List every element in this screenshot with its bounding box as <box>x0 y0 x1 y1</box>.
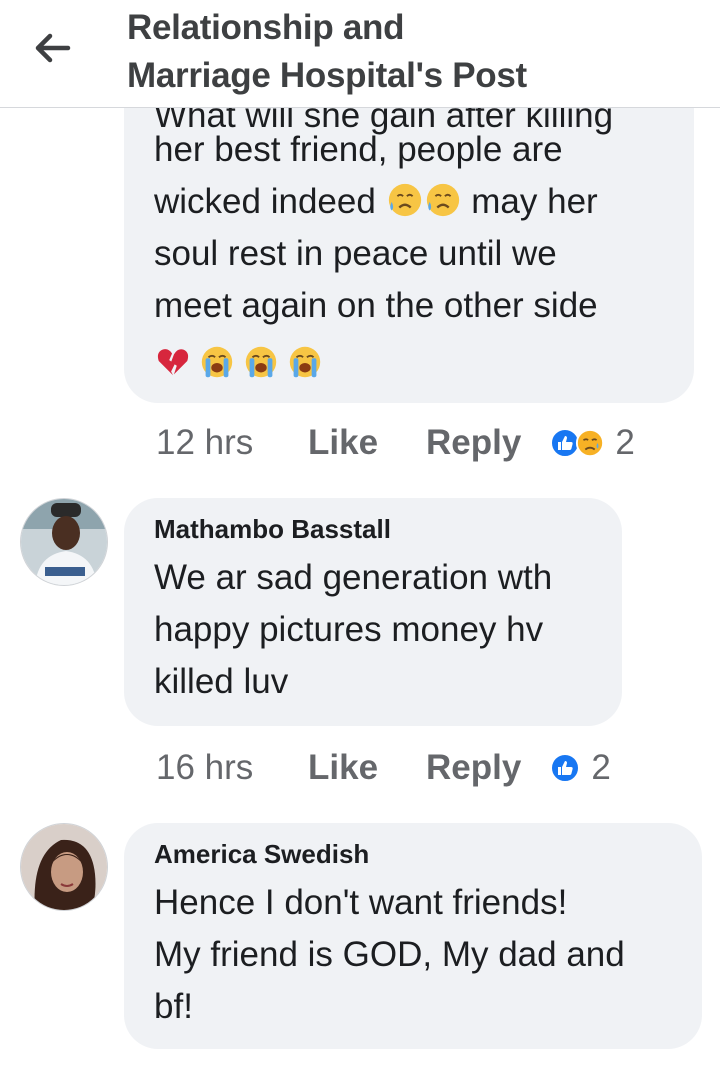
avatar[interactable] <box>20 498 108 586</box>
reply-button[interactable]: Reply <box>426 423 521 463</box>
loudly-crying-emoji <box>245 346 277 378</box>
trailing-emojis <box>154 340 324 384</box>
reaction-summary[interactable]: 2 <box>549 423 635 463</box>
avatar[interactable] <box>20 823 108 911</box>
profile-photo <box>21 499 107 585</box>
sad-relieved-emoji <box>426 183 459 217</box>
reply-button[interactable]: Reply <box>426 748 521 788</box>
like-reaction-icon <box>550 753 581 783</box>
comment-bubble[interactable]: Mathambo Basstall We ar sad generation w… <box>124 498 622 726</box>
reaction-count: 2 <box>615 423 635 462</box>
app-header: Relationship and Marriage Hospital's Pos… <box>0 0 720 108</box>
comment-author[interactable]: America Swedish <box>154 839 369 870</box>
back-arrow-icon <box>35 33 71 63</box>
comment-actions: 12 hrs Like Reply 2 <box>156 419 635 467</box>
comment-bubble[interactable]: America Swedish Hence I don't want frien… <box>124 823 702 1049</box>
sad-reaction-icon <box>576 428 605 458</box>
reaction-count: 2 <box>591 748 611 787</box>
broken-heart-emoji <box>157 349 189 376</box>
comment-text: her best friend, people are wicked indee… <box>154 124 684 332</box>
like-button[interactable]: Like <box>308 423 426 463</box>
reaction-summary[interactable]: 2 <box>549 748 611 788</box>
comment-actions: 16 hrs Like Reply 2 <box>156 744 611 792</box>
comment-text: Hence I don't want friends! My friend is… <box>154 883 625 1026</box>
comments-screen: What will she gain after killing her bes… <box>0 0 720 1069</box>
loudly-crying-emoji <box>289 346 321 378</box>
profile-photo <box>21 824 107 910</box>
comment-time[interactable]: 12 hrs <box>156 423 308 463</box>
loudly-crying-emoji <box>201 346 233 378</box>
comment-time[interactable]: 16 hrs <box>156 748 308 788</box>
sad-relieved-emoji <box>388 183 421 217</box>
like-button[interactable]: Like <box>308 748 426 788</box>
back-button[interactable] <box>28 26 76 70</box>
page-title: Relationship and Marriage Hospital's Pos… <box>127 8 527 95</box>
comment-text: We ar sad generation wth happy pictures … <box>154 558 553 701</box>
comment-author[interactable]: Mathambo Basstall <box>154 514 391 545</box>
